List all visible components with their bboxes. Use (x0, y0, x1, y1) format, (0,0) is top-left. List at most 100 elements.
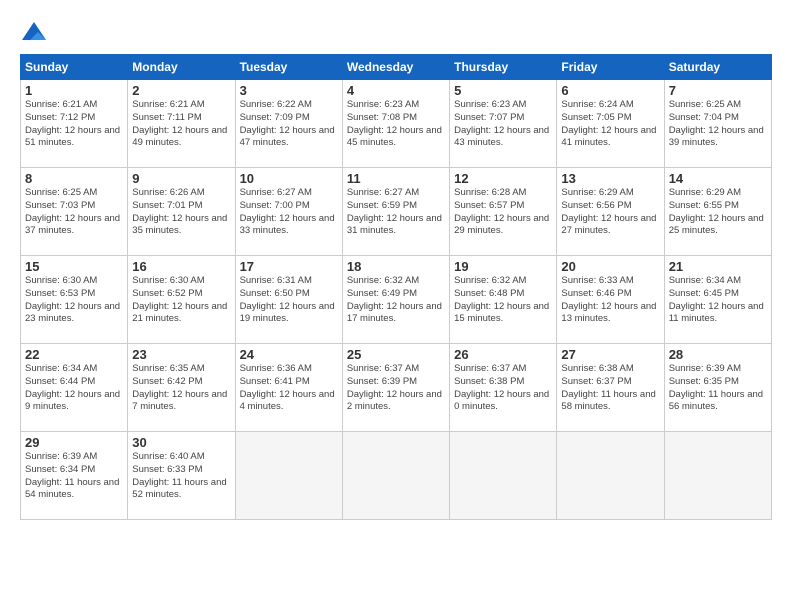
day-info: Sunrise: 6:23 AMSunset: 7:08 PMDaylight:… (347, 99, 445, 150)
day-info: Sunrise: 6:32 AMSunset: 6:48 PMDaylight:… (454, 275, 552, 326)
day-number: 11 (347, 171, 445, 186)
day-info: Sunrise: 6:21 AMSunset: 7:11 PMDaylight:… (132, 99, 230, 150)
day-info: Sunrise: 6:29 AMSunset: 6:56 PMDaylight:… (561, 187, 659, 238)
calendar-cell: 16 Sunrise: 6:30 AMSunset: 6:52 PMDaylig… (128, 256, 235, 344)
calendar-cell: 21 Sunrise: 6:34 AMSunset: 6:45 PMDaylig… (664, 256, 771, 344)
day-info: Sunrise: 6:21 AMSunset: 7:12 PMDaylight:… (25, 99, 123, 150)
calendar-cell: 25 Sunrise: 6:37 AMSunset: 6:39 PMDaylig… (342, 344, 449, 432)
day-info: Sunrise: 6:37 AMSunset: 6:38 PMDaylight:… (454, 363, 552, 414)
week-row-1: 1 Sunrise: 6:21 AMSunset: 7:12 PMDayligh… (21, 80, 772, 168)
day-info: Sunrise: 6:38 AMSunset: 6:37 PMDaylight:… (561, 363, 659, 414)
week-row-2: 8 Sunrise: 6:25 AMSunset: 7:03 PMDayligh… (21, 168, 772, 256)
day-number: 8 (25, 171, 123, 186)
week-row-5: 29 Sunrise: 6:39 AMSunset: 6:34 PMDaylig… (21, 432, 772, 520)
day-info: Sunrise: 6:34 AMSunset: 6:44 PMDaylight:… (25, 363, 123, 414)
day-number: 6 (561, 83, 659, 98)
day-info: Sunrise: 6:26 AMSunset: 7:01 PMDaylight:… (132, 187, 230, 238)
dow-header-monday: Monday (128, 55, 235, 80)
calendar-cell: 1 Sunrise: 6:21 AMSunset: 7:12 PMDayligh… (21, 80, 128, 168)
day-info: Sunrise: 6:23 AMSunset: 7:07 PMDaylight:… (454, 99, 552, 150)
day-number: 1 (25, 83, 123, 98)
day-info: Sunrise: 6:22 AMSunset: 7:09 PMDaylight:… (240, 99, 338, 150)
calendar-cell: 10 Sunrise: 6:27 AMSunset: 7:00 PMDaylig… (235, 168, 342, 256)
day-number: 3 (240, 83, 338, 98)
dow-header-sunday: Sunday (21, 55, 128, 80)
calendar-cell: 17 Sunrise: 6:31 AMSunset: 6:50 PMDaylig… (235, 256, 342, 344)
day-number: 19 (454, 259, 552, 274)
day-info: Sunrise: 6:39 AMSunset: 6:35 PMDaylight:… (669, 363, 767, 414)
calendar-cell: 15 Sunrise: 6:30 AMSunset: 6:53 PMDaylig… (21, 256, 128, 344)
day-info: Sunrise: 6:40 AMSunset: 6:33 PMDaylight:… (132, 451, 230, 502)
day-number: 24 (240, 347, 338, 362)
day-number: 20 (561, 259, 659, 274)
calendar-cell: 12 Sunrise: 6:28 AMSunset: 6:57 PMDaylig… (450, 168, 557, 256)
day-info: Sunrise: 6:27 AMSunset: 6:59 PMDaylight:… (347, 187, 445, 238)
day-number: 4 (347, 83, 445, 98)
week-row-4: 22 Sunrise: 6:34 AMSunset: 6:44 PMDaylig… (21, 344, 772, 432)
calendar-cell (557, 432, 664, 520)
day-number: 15 (25, 259, 123, 274)
day-number: 7 (669, 83, 767, 98)
calendar-cell: 20 Sunrise: 6:33 AMSunset: 6:46 PMDaylig… (557, 256, 664, 344)
calendar-cell: 6 Sunrise: 6:24 AMSunset: 7:05 PMDayligh… (557, 80, 664, 168)
day-number: 22 (25, 347, 123, 362)
dow-header-wednesday: Wednesday (342, 55, 449, 80)
day-number: 10 (240, 171, 338, 186)
dow-header-thursday: Thursday (450, 55, 557, 80)
day-info: Sunrise: 6:24 AMSunset: 7:05 PMDaylight:… (561, 99, 659, 150)
logo (20, 20, 51, 48)
day-info: Sunrise: 6:29 AMSunset: 6:55 PMDaylight:… (669, 187, 767, 238)
calendar-cell: 8 Sunrise: 6:25 AMSunset: 7:03 PMDayligh… (21, 168, 128, 256)
day-info: Sunrise: 6:33 AMSunset: 6:46 PMDaylight:… (561, 275, 659, 326)
day-info: Sunrise: 6:34 AMSunset: 6:45 PMDaylight:… (669, 275, 767, 326)
logo-icon (20, 20, 48, 48)
calendar-cell: 4 Sunrise: 6:23 AMSunset: 7:08 PMDayligh… (342, 80, 449, 168)
day-number: 25 (347, 347, 445, 362)
day-number: 5 (454, 83, 552, 98)
day-number: 14 (669, 171, 767, 186)
day-info: Sunrise: 6:39 AMSunset: 6:34 PMDaylight:… (25, 451, 123, 502)
day-number: 12 (454, 171, 552, 186)
calendar-cell: 27 Sunrise: 6:38 AMSunset: 6:37 PMDaylig… (557, 344, 664, 432)
calendar-cell: 30 Sunrise: 6:40 AMSunset: 6:33 PMDaylig… (128, 432, 235, 520)
day-number: 16 (132, 259, 230, 274)
day-number: 29 (25, 435, 123, 450)
day-info: Sunrise: 6:35 AMSunset: 6:42 PMDaylight:… (132, 363, 230, 414)
day-info: Sunrise: 6:27 AMSunset: 7:00 PMDaylight:… (240, 187, 338, 238)
calendar-cell (450, 432, 557, 520)
calendar-cell: 24 Sunrise: 6:36 AMSunset: 6:41 PMDaylig… (235, 344, 342, 432)
calendar-cell: 14 Sunrise: 6:29 AMSunset: 6:55 PMDaylig… (664, 168, 771, 256)
calendar-cell (664, 432, 771, 520)
day-info: Sunrise: 6:31 AMSunset: 6:50 PMDaylight:… (240, 275, 338, 326)
calendar-cell: 9 Sunrise: 6:26 AMSunset: 7:01 PMDayligh… (128, 168, 235, 256)
day-number: 28 (669, 347, 767, 362)
day-info: Sunrise: 6:37 AMSunset: 6:39 PMDaylight:… (347, 363, 445, 414)
dow-header-saturday: Saturday (664, 55, 771, 80)
calendar-cell: 18 Sunrise: 6:32 AMSunset: 6:49 PMDaylig… (342, 256, 449, 344)
calendar-cell: 5 Sunrise: 6:23 AMSunset: 7:07 PMDayligh… (450, 80, 557, 168)
day-number: 23 (132, 347, 230, 362)
calendar: SundayMondayTuesdayWednesdayThursdayFrid… (20, 54, 772, 520)
calendar-cell (235, 432, 342, 520)
calendar-cell: 22 Sunrise: 6:34 AMSunset: 6:44 PMDaylig… (21, 344, 128, 432)
dow-header-tuesday: Tuesday (235, 55, 342, 80)
day-number: 13 (561, 171, 659, 186)
day-number: 27 (561, 347, 659, 362)
day-info: Sunrise: 6:25 AMSunset: 7:04 PMDaylight:… (669, 99, 767, 150)
calendar-cell (342, 432, 449, 520)
day-info: Sunrise: 6:32 AMSunset: 6:49 PMDaylight:… (347, 275, 445, 326)
day-number: 2 (132, 83, 230, 98)
day-number: 26 (454, 347, 552, 362)
dow-header-friday: Friday (557, 55, 664, 80)
week-row-3: 15 Sunrise: 6:30 AMSunset: 6:53 PMDaylig… (21, 256, 772, 344)
day-info: Sunrise: 6:30 AMSunset: 6:53 PMDaylight:… (25, 275, 123, 326)
calendar-cell: 2 Sunrise: 6:21 AMSunset: 7:11 PMDayligh… (128, 80, 235, 168)
calendar-cell: 13 Sunrise: 6:29 AMSunset: 6:56 PMDaylig… (557, 168, 664, 256)
calendar-cell: 19 Sunrise: 6:32 AMSunset: 6:48 PMDaylig… (450, 256, 557, 344)
day-info: Sunrise: 6:28 AMSunset: 6:57 PMDaylight:… (454, 187, 552, 238)
calendar-cell: 28 Sunrise: 6:39 AMSunset: 6:35 PMDaylig… (664, 344, 771, 432)
day-info: Sunrise: 6:36 AMSunset: 6:41 PMDaylight:… (240, 363, 338, 414)
calendar-cell: 29 Sunrise: 6:39 AMSunset: 6:34 PMDaylig… (21, 432, 128, 520)
day-number: 30 (132, 435, 230, 450)
day-number: 18 (347, 259, 445, 274)
